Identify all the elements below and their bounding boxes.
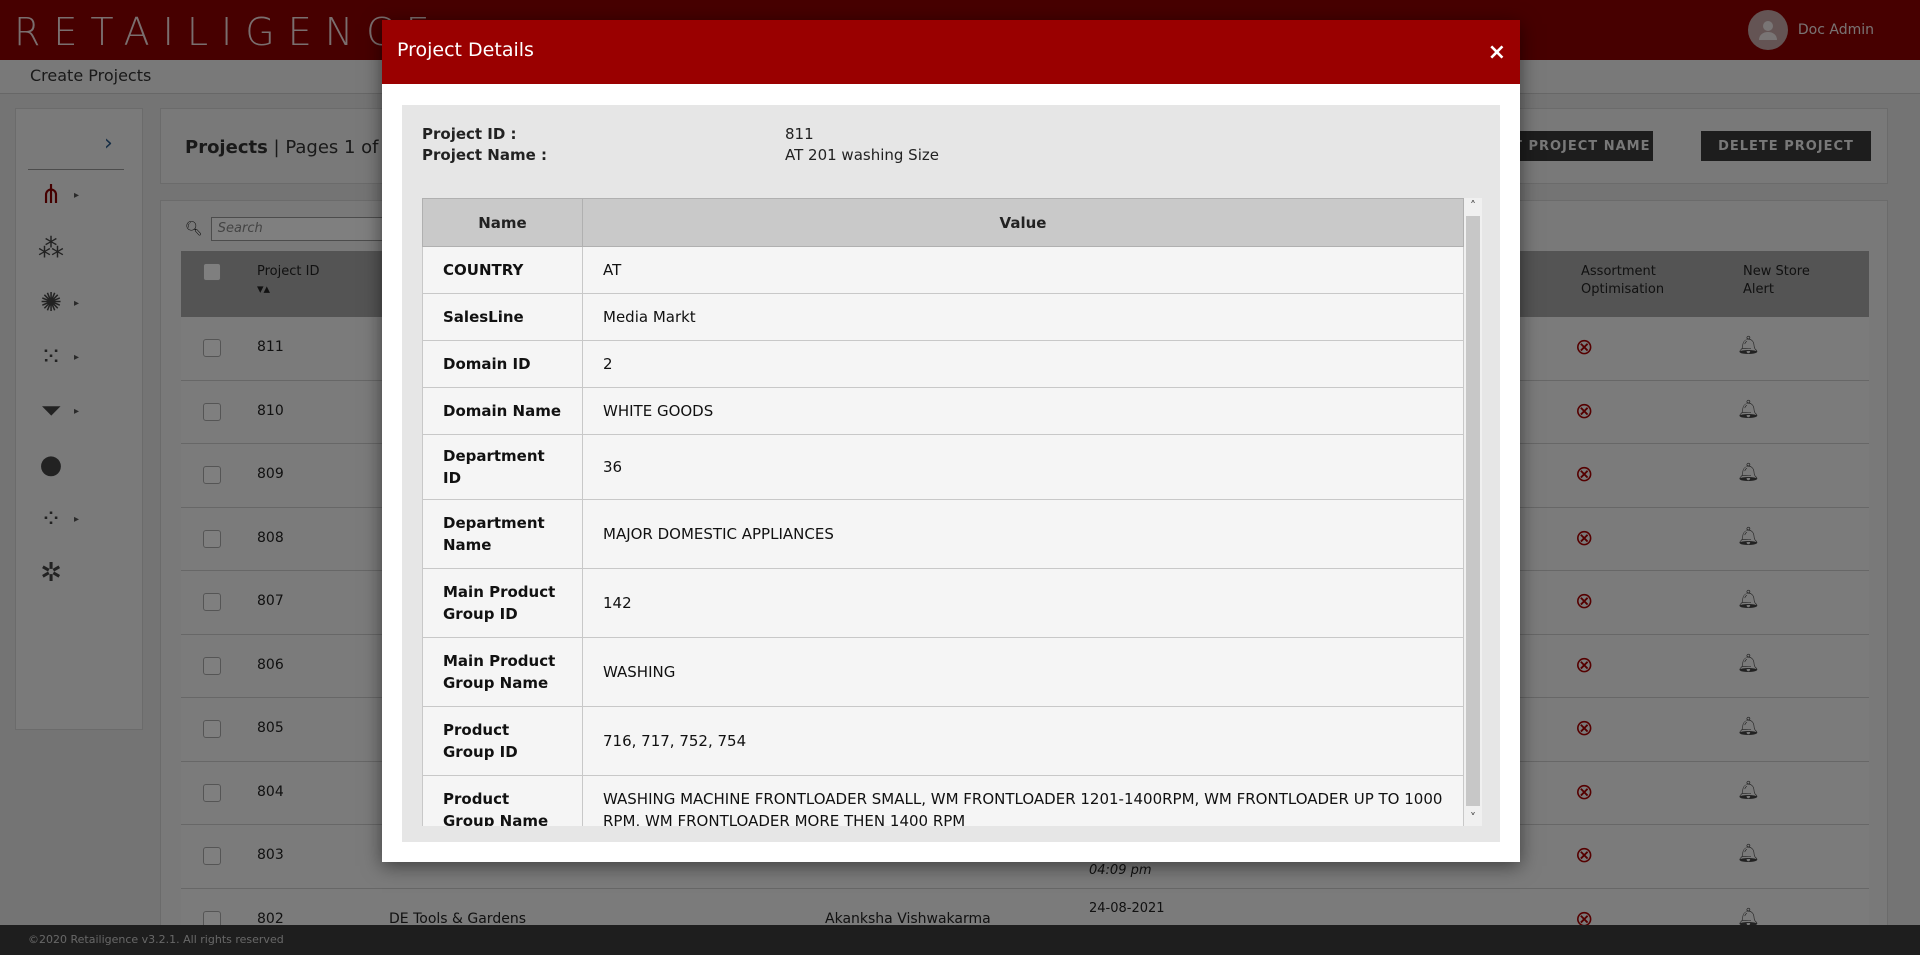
row-value: Media Markt: [582, 293, 1464, 341]
table-scrollbar[interactable]: ˄ ˅: [1464, 198, 1482, 826]
table-row: SalesLine Media Markt: [422, 293, 1464, 341]
row-value: WHITE GOODS: [582, 387, 1464, 435]
project-name-value: AT 201 washing Size: [785, 146, 939, 164]
project-id-label: Project ID :: [422, 125, 517, 143]
row-value: MAJOR DOMESTIC APPLIANCES: [582, 499, 1464, 569]
project-name-label-text: Project Name :: [422, 146, 547, 164]
project-id-value: 811: [785, 125, 814, 143]
row-name: Domain Name: [422, 387, 583, 435]
table-row: Domain ID 2: [422, 340, 1464, 388]
modal-body: Project ID : 811 Project Name : AT 201 w…: [402, 105, 1500, 842]
row-name: Department ID: [422, 434, 583, 500]
row-name: Product Group Name: [422, 775, 583, 826]
table-row: Department ID 36: [422, 434, 1464, 500]
row-name: Domain ID: [422, 340, 583, 388]
row-value: 716, 717, 752, 754: [582, 706, 1464, 776]
details-table-viewport[interactable]: Name Value COUNTRY AT SalesLine Media Mark…: [422, 198, 1484, 826]
table-row: Main Product Group Name WASHING: [422, 637, 1464, 707]
details-table: Name Value COUNTRY AT SalesLine Media Mark…: [422, 198, 1464, 826]
scroll-up-icon[interactable]: ˄: [1464, 198, 1482, 214]
row-value: AT: [582, 246, 1464, 294]
project-name-label: Project Name :: [422, 146, 547, 164]
project-details-modal: Project Details × Project ID : 811 Proje…: [382, 20, 1520, 862]
modal-header: Project Details ×: [382, 20, 1520, 84]
table-row: Product Group Name WASHING MACHINE FRONTL…: [422, 775, 1464, 826]
row-name: Main Product Group Name: [422, 637, 583, 707]
scroll-down-icon[interactable]: ˅: [1464, 810, 1482, 826]
row-name: Product Group ID: [422, 706, 583, 776]
header-value: Value: [582, 198, 1464, 247]
row-name: COUNTRY: [422, 246, 583, 294]
table-row: COUNTRY AT: [422, 246, 1464, 294]
table-row: Product Group ID 716, 717, 752, 754: [422, 706, 1464, 776]
close-icon[interactable]: ×: [1488, 40, 1506, 65]
row-value: 142: [582, 568, 1464, 638]
table-row: Department Name MAJOR DOMESTIC APPLIANCES: [422, 499, 1464, 569]
scrollbar-thumb[interactable]: [1466, 216, 1480, 806]
row-value: WASHING: [582, 637, 1464, 707]
row-value: WASHING MACHINE FRONTLOADER SMALL, WM FR…: [582, 775, 1464, 826]
row-name: SalesLine: [422, 293, 583, 341]
table-row: Main Product Group ID 142: [422, 568, 1464, 638]
modal-title: Project Details: [397, 39, 534, 61]
row-value: 2: [582, 340, 1464, 388]
row-value: 36: [582, 434, 1464, 500]
row-name: Main Product Group ID: [422, 568, 583, 638]
project-id-label-text: Project ID :: [422, 125, 517, 143]
table-row: Domain Name WHITE GOODS: [422, 387, 1464, 435]
header-name: Name: [422, 198, 583, 247]
row-name: Department Name: [422, 499, 583, 569]
